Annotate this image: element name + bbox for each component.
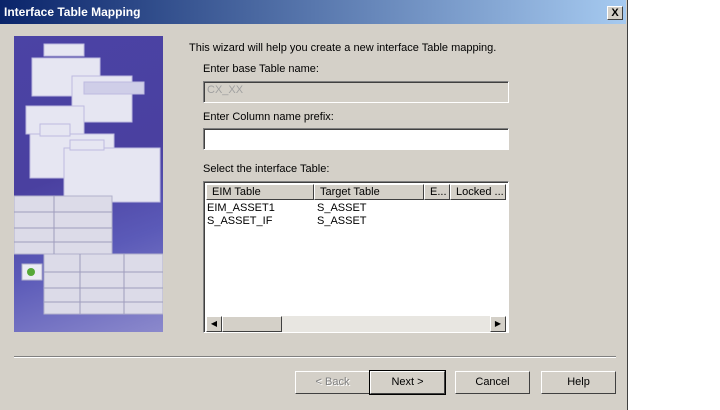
folders-illustration — [14, 43, 163, 315]
column-prefix-input[interactable] — [204, 129, 508, 149]
column-header-target-table[interactable]: Target Table — [314, 184, 424, 200]
window-title: Interface Table Mapping — [4, 5, 141, 19]
intro-text: This wizard will help you create a new i… — [189, 42, 497, 54]
column-header-eim-table[interactable]: EIM Table — [206, 184, 314, 200]
scroll-right-icon[interactable]: ▶ — [490, 316, 506, 332]
column-prefix-field[interactable] — [203, 128, 509, 150]
help-button[interactable]: Help — [541, 371, 616, 394]
scroll-thumb[interactable] — [222, 316, 282, 332]
column-header-locked[interactable]: Locked ... — [450, 184, 506, 200]
wizard-dialog: Interface Table Mapping X This wizard wi… — [0, 0, 628, 410]
close-button[interactable]: X — [607, 6, 623, 20]
scroll-left-icon[interactable]: ◀ — [206, 316, 222, 332]
wizard-illustration — [14, 36, 163, 332]
select-table-label: Select the interface Table: — [203, 163, 330, 175]
title-bar[interactable]: Interface Table Mapping X — [0, 0, 626, 24]
next-button[interactable]: Next > — [369, 370, 446, 395]
column-prefix-label: Enter Column name prefix: — [203, 111, 334, 123]
base-table-label: Enter base Table name: — [203, 63, 319, 75]
separator — [14, 356, 616, 358]
bullet-icon — [27, 268, 35, 276]
cell-eim-table: S_ASSET_IF — [207, 215, 273, 227]
back-button[interactable]: < Back — [295, 371, 370, 394]
cell-eim-table: EIM_ASSET1 — [207, 202, 275, 214]
cell-target-table: S_ASSET — [317, 202, 367, 214]
horizontal-scrollbar[interactable]: ◀ ▶ — [206, 316, 506, 332]
cancel-button[interactable]: Cancel — [455, 371, 530, 394]
interface-table-list[interactable]: EIM Table Target Table E... Locked ... E… — [203, 181, 509, 333]
base-table-input[interactable]: CX_XX — [203, 81, 509, 103]
column-header-e[interactable]: E... — [424, 184, 450, 200]
cell-target-table: S_ASSET — [317, 215, 367, 227]
